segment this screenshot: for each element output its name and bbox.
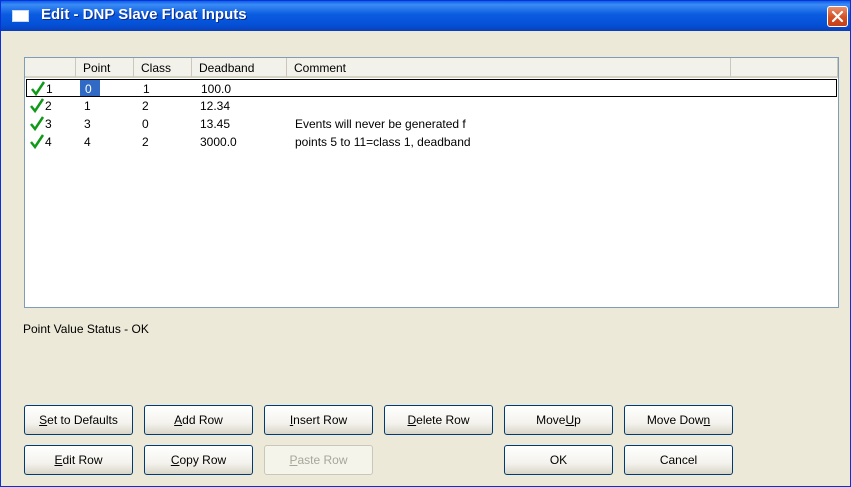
add-row-button[interactable]: Add Row [144, 405, 253, 435]
table-row[interactable]: 2 1 2 12.34 [26, 97, 837, 115]
column-header-empty [731, 58, 838, 78]
accelerator-key: C [170, 453, 180, 467]
checkmark-icon [30, 134, 45, 149]
move-down-button[interactable]: Move Dow n [624, 405, 733, 435]
point-cell[interactable]: 1 [84, 99, 91, 113]
delete-row-button[interactable]: Delete Row [384, 405, 493, 435]
accelerator-key: E [54, 453, 63, 467]
label-part: p [574, 413, 581, 427]
row-number: 3 [45, 117, 52, 131]
comment-cell[interactable]: Events will never be generated f [295, 117, 466, 131]
class-cell[interactable]: 0 [142, 117, 149, 131]
accelerator-key: U [565, 413, 575, 427]
window-title: Edit - DNP Slave Float Inputs [41, 6, 247, 23]
float-inputs-table[interactable]: Point Class Deadband Comment 1 0 1 100.0… [24, 57, 839, 308]
deadband-cell[interactable]: 3000.0 [200, 135, 237, 149]
move-up-button[interactable]: Move Up [504, 405, 613, 435]
title-bar[interactable]: Edit - DNP Slave Float Inputs [1, 1, 850, 31]
deadband-cell[interactable]: 12.34 [200, 99, 230, 113]
row-number: 4 [45, 135, 52, 149]
class-cell[interactable]: 2 [142, 135, 149, 149]
table-row[interactable]: 1 0 1 100.0 [26, 79, 837, 97]
point-cell[interactable]: 0 [85, 82, 92, 96]
checkmark-icon [30, 98, 45, 113]
label-part: et to Defaults [47, 413, 118, 427]
accelerator-key: A [174, 413, 183, 427]
edit-dialog-window: Edit - DNP Slave Float Inputs Point Clas… [0, 0, 851, 487]
comment-cell[interactable]: points 5 to 11=class 1, deadband [295, 135, 471, 149]
column-header-class[interactable]: Class [134, 58, 192, 78]
label-part: Move Dow [646, 413, 704, 427]
label-part: elete Row [416, 413, 470, 427]
class-cell[interactable]: 1 [143, 82, 150, 96]
row-number: 2 [45, 99, 52, 113]
class-cell[interactable]: 2 [142, 99, 149, 113]
close-button[interactable] [827, 6, 848, 27]
edit-row-button[interactable]: Edit Row [24, 445, 133, 475]
paste-row-button[interactable]: Paste Row [264, 445, 373, 475]
point-value-status: Point Value Status - OK [23, 322, 149, 336]
accelerator-key: D [407, 413, 417, 427]
column-header-point[interactable]: Point [76, 58, 134, 78]
row-number: 1 [46, 82, 53, 96]
ok-button[interactable]: OK [504, 445, 613, 475]
window-icon [12, 10, 29, 22]
label-part: aste Row [297, 453, 348, 467]
checkmark-icon [31, 81, 46, 96]
label-part: Move [536, 413, 566, 427]
insert-row-button[interactable]: Insert Row [264, 405, 373, 435]
deadband-cell[interactable]: 100.0 [201, 82, 231, 96]
point-cell[interactable]: 3 [84, 117, 91, 131]
accelerator-key: S [39, 413, 48, 427]
column-header-comment[interactable]: Comment [287, 58, 731, 78]
close-icon [831, 10, 844, 23]
checkmark-icon [30, 116, 45, 131]
label-part: dit Row [62, 453, 103, 467]
label-part: dd Row [182, 413, 223, 427]
table-row[interactable]: 3 3 0 13.45 Events will never be generat… [26, 115, 837, 133]
accelerator-key: n [703, 413, 711, 427]
label-part: opy Row [179, 453, 227, 467]
point-cell[interactable]: 4 [84, 135, 91, 149]
label-part: nsert Row [293, 413, 348, 427]
column-header-index[interactable] [25, 58, 76, 78]
cancel-button[interactable]: Cancel [624, 445, 733, 475]
table-row[interactable]: 4 4 2 3000.0 points 5 to 11=class 1, dea… [26, 133, 837, 151]
set-to-defaults-button[interactable]: Set to Defaults [24, 405, 133, 435]
column-header-deadband[interactable]: Deadband [192, 58, 287, 78]
accelerator-key: P [289, 453, 298, 467]
deadband-cell[interactable]: 13.45 [200, 117, 230, 131]
copy-row-button[interactable]: Copy Row [144, 445, 253, 475]
